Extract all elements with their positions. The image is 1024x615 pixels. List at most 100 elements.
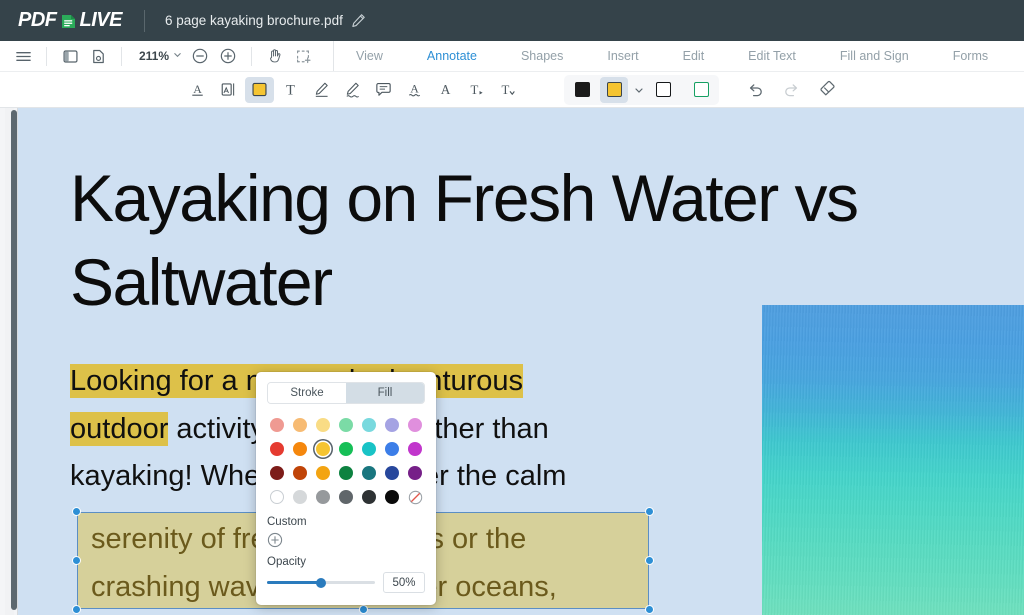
- zoom-level-dropdown[interactable]: 211%: [131, 49, 186, 63]
- color-swatch-r3-c0[interactable]: [267, 487, 287, 507]
- comment-tool[interactable]: [369, 77, 398, 103]
- zoom-out-button[interactable]: [186, 44, 214, 69]
- color-swatch-r0-c2[interactable]: [313, 415, 333, 435]
- toolbar-annotate: A T A A T T: [0, 72, 1024, 108]
- squiggly-underline-tool[interactable]: A: [400, 77, 429, 103]
- vertical-scrollbar-thumb[interactable]: [11, 110, 17, 610]
- sidebar-panel-icon[interactable]: [56, 44, 84, 69]
- color-swatch-r0-c5[interactable]: [382, 415, 402, 435]
- color-swatch-r2-c0[interactable]: [267, 463, 287, 483]
- tab-insert[interactable]: Insert: [585, 41, 660, 72]
- color-swatch-r2-c2[interactable]: [313, 463, 333, 483]
- ocean-water-photo[interactable]: [762, 305, 1024, 615]
- zoom-in-button[interactable]: [214, 44, 242, 69]
- color-swatch-r1-c4[interactable]: [359, 439, 379, 459]
- fill-color-dropdown[interactable]: [632, 77, 645, 103]
- color-swatch-r2-c5[interactable]: [382, 463, 402, 483]
- tab-fill-and-sign[interactable]: Fill and Sign: [818, 41, 931, 72]
- text-box-tool[interactable]: T: [276, 77, 305, 103]
- tab-edit[interactable]: Edit: [661, 41, 727, 72]
- opacity-slider-knob[interactable]: [316, 577, 326, 588]
- color-dot: [270, 418, 284, 432]
- highlight-area-tool[interactable]: [245, 76, 274, 103]
- color-swatch-r0-c0[interactable]: [267, 415, 287, 435]
- no-fill-swatch[interactable]: [649, 77, 677, 103]
- color-swatch-r1-c0[interactable]: [267, 439, 287, 459]
- resize-handle-top-left[interactable]: [72, 507, 81, 516]
- strikethrough-tool[interactable]: A: [431, 77, 460, 103]
- color-swatch-r2-c4[interactable]: [359, 463, 379, 483]
- eraser-button[interactable]: [813, 77, 841, 102]
- color-dot: [316, 466, 330, 480]
- color-swatch-r0-c1[interactable]: [290, 415, 310, 435]
- color-swatch-r0-c3[interactable]: [336, 415, 356, 435]
- color-swatch-r0-c4[interactable]: [359, 415, 379, 435]
- resize-handle-top-right[interactable]: [645, 507, 654, 516]
- color-swatch-r3-c3[interactable]: [336, 487, 356, 507]
- undo-button[interactable]: [741, 77, 769, 102]
- opacity-slider[interactable]: [267, 576, 375, 590]
- color-swatch-r1-c3[interactable]: [336, 439, 356, 459]
- logo-text-pdf: PDF: [18, 9, 57, 31]
- color-swatch-transparent[interactable]: [405, 487, 425, 507]
- color-swatch-r1-c5[interactable]: [382, 439, 402, 459]
- resize-handle-bottom-left[interactable]: [72, 605, 81, 614]
- toolbar-separator-1: [46, 46, 47, 66]
- text-color-swatch[interactable]: [568, 77, 596, 103]
- vertical-scrollbar-track[interactable]: [5, 108, 17, 615]
- resize-handle-bottom-center[interactable]: [358, 605, 368, 614]
- text-color-chip: [574, 82, 590, 97]
- color-swatch-r3-c2[interactable]: [313, 487, 333, 507]
- underline-text-tool[interactable]: A: [183, 77, 212, 103]
- hamburger-menu-icon[interactable]: [9, 44, 37, 69]
- color-swatch-r2-c1[interactable]: [290, 463, 310, 483]
- tab-annotate[interactable]: Annotate: [405, 41, 499, 72]
- zoom-level-value: 211%: [139, 49, 170, 63]
- color-picker-popover[interactable]: Stroke Fill Custom Opacity 50%: [256, 372, 436, 605]
- color-dot: [316, 442, 330, 456]
- fill-color-swatch[interactable]: [600, 76, 628, 103]
- text-select-tool[interactable]: [214, 77, 243, 103]
- toolbar-separator-2: [121, 46, 122, 66]
- color-swatch-r1-c1[interactable]: [290, 439, 310, 459]
- pan-hand-icon[interactable]: [261, 44, 289, 69]
- select-area-icon[interactable]: [289, 44, 317, 69]
- tab-edit-text[interactable]: Edit Text: [726, 41, 818, 72]
- segment-fill[interactable]: Fill: [346, 383, 424, 403]
- color-swatch-r2-c6[interactable]: [405, 463, 425, 483]
- color-swatch-r1-c6[interactable]: [405, 439, 425, 459]
- resize-handle-bottom-right[interactable]: [645, 605, 654, 614]
- color-swatch-r1-c2[interactable]: [313, 439, 333, 459]
- color-swatch-r3-c1[interactable]: [290, 487, 310, 507]
- opacity-value-input[interactable]: 50%: [383, 572, 425, 593]
- highlighter-pen-tool[interactable]: [338, 77, 367, 103]
- pen-tool[interactable]: [307, 77, 336, 103]
- resize-handle-middle-left[interactable]: [72, 556, 81, 565]
- no-fill-chip: [655, 82, 671, 97]
- svg-text:A: A: [441, 82, 451, 97]
- fill-color-chip: [606, 82, 622, 97]
- replace-text-tool[interactable]: T: [493, 77, 522, 103]
- add-custom-color-icon[interactable]: [267, 532, 283, 548]
- style-swatch-group: [564, 74, 719, 105]
- resize-handle-middle-right[interactable]: [645, 556, 654, 565]
- insert-text-tool[interactable]: T: [462, 77, 491, 103]
- color-dot: [362, 466, 376, 480]
- color-dot: [293, 442, 307, 456]
- tab-shapes[interactable]: Shapes: [499, 41, 585, 72]
- color-swatch-r2-c3[interactable]: [336, 463, 356, 483]
- segment-stroke[interactable]: Stroke: [268, 383, 346, 403]
- tab-forms[interactable]: Forms: [931, 41, 1010, 72]
- page-thumbnail-icon[interactable]: [84, 44, 112, 69]
- app-logo[interactable]: PDF LIVE: [18, 9, 122, 32]
- color-swatch-r3-c4[interactable]: [359, 487, 379, 507]
- color-swatch-r0-c6[interactable]: [405, 415, 425, 435]
- pdf-page[interactable]: Kayaking on Fresh Water vs Saltwater Loo…: [18, 108, 1024, 615]
- svg-text:T: T: [501, 83, 509, 97]
- tab-view[interactable]: View: [334, 41, 405, 72]
- redo-button[interactable]: [777, 77, 805, 102]
- opacity-slider-fill: [267, 581, 321, 584]
- edit-title-pencil-icon[interactable]: [351, 13, 366, 33]
- color-swatch-r3-c5[interactable]: [382, 487, 402, 507]
- stroke-color-swatch[interactable]: [687, 77, 715, 103]
